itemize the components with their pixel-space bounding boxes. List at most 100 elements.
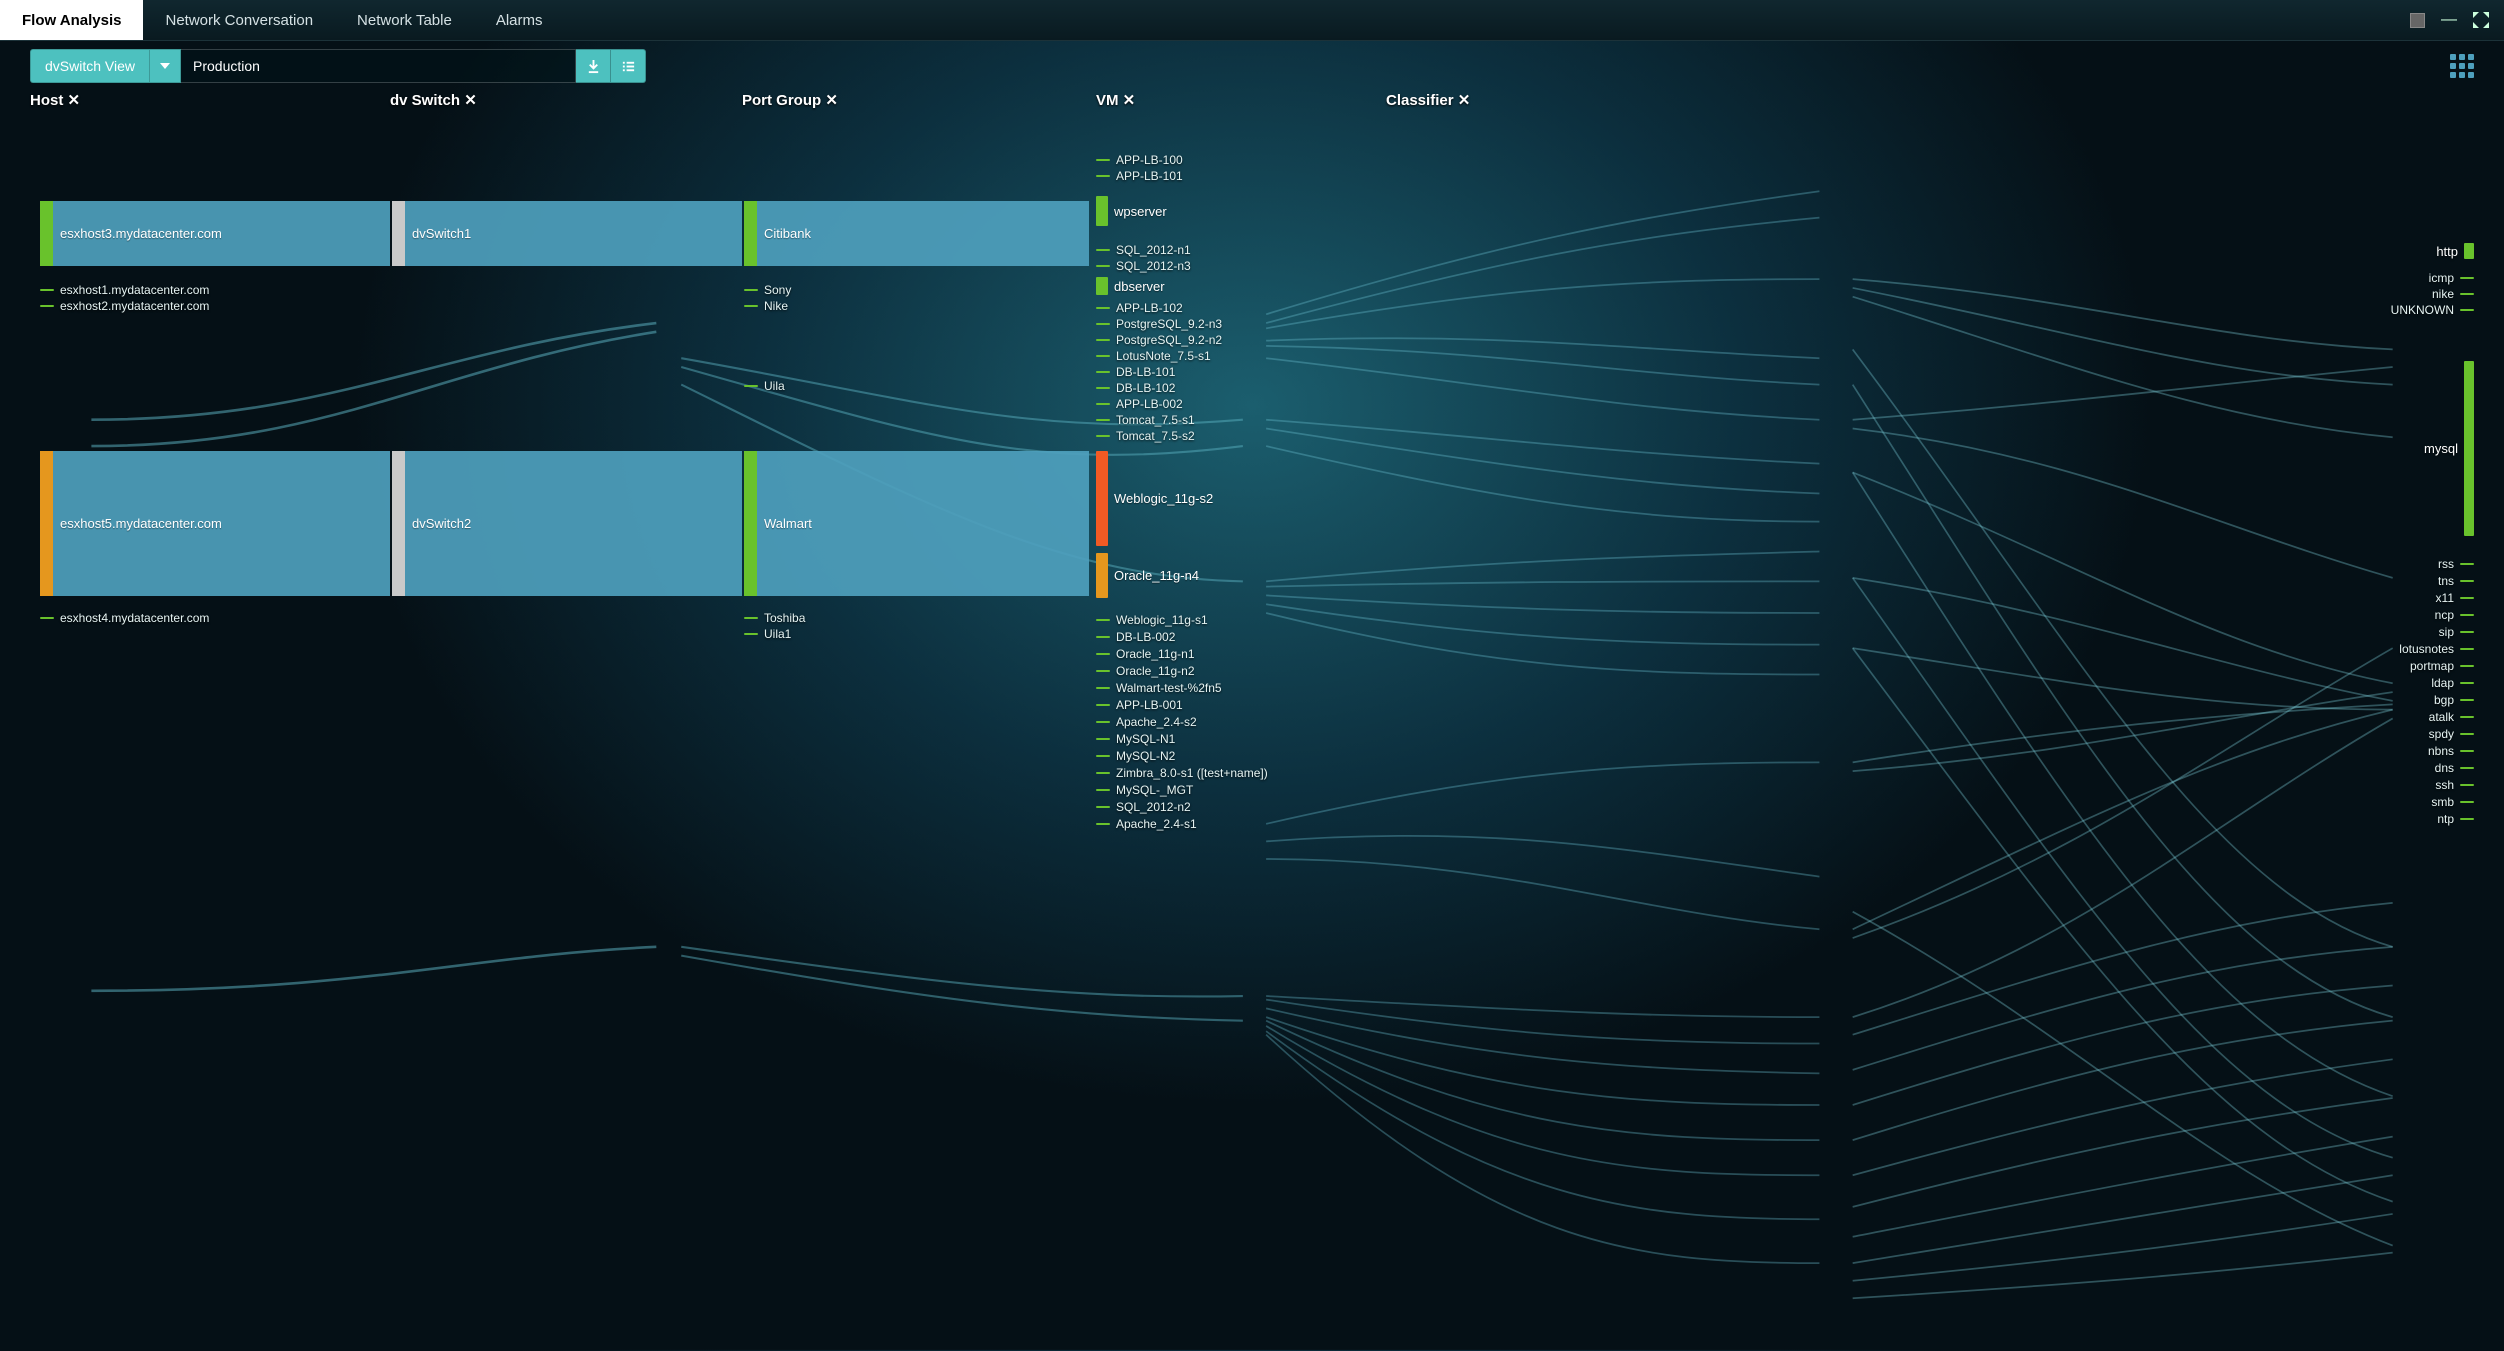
classifier-node-thin[interactable]: ldap xyxy=(2431,676,2474,690)
tick-icon xyxy=(744,617,758,619)
host-node-thin[interactable]: esxhost1.mydatacenter.com xyxy=(40,283,209,297)
vm-node-thin[interactable]: DB-LB-101 xyxy=(1096,365,1175,379)
classifier-node-thin[interactable]: sip xyxy=(2439,625,2474,639)
context-field[interactable]: Production xyxy=(181,49,576,83)
vm-node-thin[interactable]: Zimbra_8.0-s1 ([test+name]) xyxy=(1096,766,1268,780)
vm-node-thin[interactable]: Oracle_11g-n2 xyxy=(1096,664,1195,678)
column-headers: Host ✕ dv Switch ✕ Port Group ✕ VM ✕ Cla… xyxy=(0,91,2504,121)
vm-node[interactable]: wpserver xyxy=(1096,196,1167,226)
view-selector[interactable]: dvSwitch View xyxy=(30,49,181,83)
classifier-node-thin[interactable]: rss xyxy=(2438,557,2474,571)
host-node-thin[interactable]: esxhost4.mydatacenter.com xyxy=(40,611,209,625)
vm-node-thin[interactable]: APP-LB-101 xyxy=(1096,169,1183,183)
close-icon[interactable]: ✕ xyxy=(1123,92,1136,109)
download-button[interactable] xyxy=(576,49,611,83)
vm-node-thin[interactable]: APP-LB-102 xyxy=(1096,301,1183,315)
classifier-node-thin[interactable]: dns xyxy=(2435,761,2474,775)
close-icon[interactable]: ✕ xyxy=(68,92,81,109)
tab-alarms[interactable]: Alarms xyxy=(474,0,565,40)
vm-node-thin[interactable]: MySQL-N2 xyxy=(1096,749,1175,763)
host-node[interactable]: esxhost5.mydatacenter.com xyxy=(40,451,390,596)
tick-icon xyxy=(2460,614,2474,616)
classifier-node-thin[interactable]: spdy xyxy=(2429,727,2474,741)
portgroup-node-thin[interactable]: Sony xyxy=(744,283,791,297)
tick-icon xyxy=(1096,619,1110,621)
tick-icon xyxy=(40,289,54,291)
vm-node-thin[interactable]: Apache_2.4-s1 xyxy=(1096,817,1197,831)
vm-node-thin[interactable]: Oracle_11g-n1 xyxy=(1096,647,1195,661)
tab-flow-analysis[interactable]: Flow Analysis xyxy=(0,0,143,40)
vm-node-thin[interactable]: Tomcat_7.5-s2 xyxy=(1096,429,1195,443)
classifier-node[interactable]: mysql xyxy=(2424,361,2474,536)
window-stop-icon[interactable] xyxy=(2408,11,2426,29)
tab-network-table[interactable]: Network Table xyxy=(335,0,474,40)
vm-node-thin[interactable]: MySQL-N1 xyxy=(1096,732,1175,746)
close-icon[interactable]: ✕ xyxy=(825,92,838,109)
window-minimize-icon[interactable]: — xyxy=(2440,11,2458,29)
list-view-button[interactable] xyxy=(611,49,646,83)
vm-node-thin[interactable]: SQL_2012-n3 xyxy=(1096,259,1191,273)
portgroup-node-thin[interactable]: Nike xyxy=(744,299,788,313)
classifier-node-thin[interactable]: ssh xyxy=(2435,778,2474,792)
vm-node[interactable]: Oracle_11g-n4 xyxy=(1096,553,1199,598)
vm-node[interactable]: dbserver xyxy=(1096,277,1165,295)
tick-icon xyxy=(1096,371,1110,373)
classifier-node-thin[interactable]: x11 xyxy=(2436,591,2474,605)
close-icon[interactable]: ✕ xyxy=(464,92,477,109)
vm-node-thin[interactable]: SQL_2012-n1 xyxy=(1096,243,1191,257)
host-color-swatch xyxy=(40,201,53,266)
vm-node-thin[interactable]: Weblogic_11g-s1 xyxy=(1096,613,1208,627)
classifier-node-thin[interactable]: ntp xyxy=(2437,812,2474,826)
classifier-node-thin[interactable]: ncp xyxy=(2435,608,2474,622)
portgroup-node[interactable]: Walmart xyxy=(744,451,1089,596)
classifier-node-thin[interactable]: nbns xyxy=(2428,744,2474,758)
portgroup-node-thin[interactable]: Uila xyxy=(744,379,785,393)
vm-node-thin[interactable]: Apache_2.4-s2 xyxy=(1096,715,1197,729)
tick-icon xyxy=(2460,648,2474,650)
classifier-node-thin[interactable]: icmp xyxy=(2429,271,2474,285)
classifier-node-thin[interactable]: atalk xyxy=(2429,710,2474,724)
column-host[interactable]: Host ✕ xyxy=(30,91,80,109)
classifier-node-thin[interactable]: portmap xyxy=(2410,659,2474,673)
grid-view-icon[interactable] xyxy=(2450,54,2474,78)
vm-node-thin[interactable]: APP-LB-100 xyxy=(1096,153,1183,167)
vm-node-thin[interactable]: PostgreSQL_9.2-n3 xyxy=(1096,317,1222,331)
classifier-color-swatch xyxy=(2464,361,2474,536)
vm-node-thin[interactable]: LotusNote_7.5-s1 xyxy=(1096,349,1211,363)
vm-node-thin[interactable]: SQL_2012-n2 xyxy=(1096,800,1191,814)
vm-node-thin[interactable]: APP-LB-001 xyxy=(1096,698,1183,712)
classifier-node-thin[interactable]: UNKNOWN xyxy=(2391,303,2474,317)
column-dvswitch[interactable]: dv Switch ✕ xyxy=(390,91,477,109)
tick-icon xyxy=(2460,631,2474,633)
portgroup-node-thin[interactable]: Toshiba xyxy=(744,611,805,625)
window-expand-icon[interactable] xyxy=(2472,11,2490,29)
vm-node-thin[interactable]: MySQL-_MGT xyxy=(1096,783,1193,797)
portgroup-color-swatch xyxy=(744,201,757,266)
tab-network-conversation[interactable]: Network Conversation xyxy=(143,0,335,40)
vm-color-swatch xyxy=(1096,553,1108,598)
vm-node-thin[interactable]: Tomcat_7.5-s1 xyxy=(1096,413,1195,427)
classifier-node-thin[interactable]: bgp xyxy=(2434,693,2474,707)
dvswitch-node[interactable]: dvSwitch2 xyxy=(392,451,742,596)
portgroup-node[interactable]: Citibank xyxy=(744,201,1089,266)
classifier-node-thin[interactable]: lotusnotes xyxy=(2399,642,2474,656)
host-node-thin[interactable]: esxhost2.mydatacenter.com xyxy=(40,299,209,313)
classifier-node-thin[interactable]: smb xyxy=(2431,795,2474,809)
portgroup-node-thin[interactable]: Uila1 xyxy=(744,627,791,641)
vm-node-thin[interactable]: APP-LB-002 xyxy=(1096,397,1183,411)
classifier-node[interactable]: http xyxy=(2436,243,2474,259)
vm-node-thin[interactable]: PostgreSQL_9.2-n2 xyxy=(1096,333,1222,347)
vm-node-thin[interactable]: DB-LB-002 xyxy=(1096,630,1175,644)
column-portgroup[interactable]: Port Group ✕ xyxy=(742,91,838,109)
tick-icon xyxy=(744,385,758,387)
vm-node[interactable]: Weblogic_11g-s2 xyxy=(1096,451,1213,546)
vm-node-thin[interactable]: Walmart-test-%2fn5 xyxy=(1096,681,1222,695)
host-node[interactable]: esxhost3.mydatacenter.com xyxy=(40,201,390,266)
vm-node-thin[interactable]: DB-LB-102 xyxy=(1096,381,1175,395)
classifier-node-thin[interactable]: tns xyxy=(2438,574,2474,588)
column-vm[interactable]: VM ✕ xyxy=(1096,91,1135,109)
close-icon[interactable]: ✕ xyxy=(1458,92,1471,109)
classifier-node-thin[interactable]: nike xyxy=(2432,287,2474,301)
column-classifier[interactable]: Classifier ✕ xyxy=(1386,91,1470,109)
dvswitch-node[interactable]: dvSwitch1 xyxy=(392,201,742,266)
